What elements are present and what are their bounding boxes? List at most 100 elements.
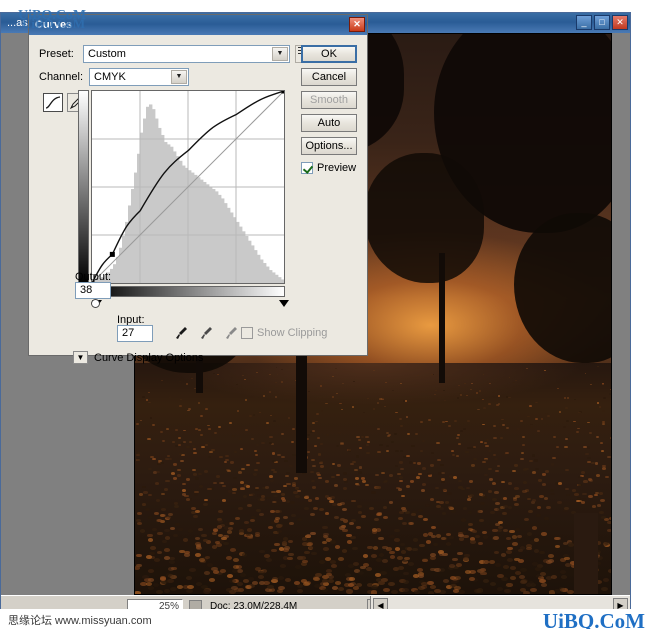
curves-close-button[interactable]: ✕ xyxy=(349,17,365,32)
white-point-eyedropper-icon[interactable] xyxy=(224,325,239,341)
leaf-speck xyxy=(376,485,381,489)
leaf-speck xyxy=(476,509,482,513)
curve-point-tool-icon[interactable] xyxy=(43,93,63,112)
leaf-speck xyxy=(276,524,282,528)
leaf-speck xyxy=(352,562,359,566)
leaf-speck xyxy=(371,491,376,494)
leaf-speck xyxy=(547,415,550,418)
options-button[interactable]: Options... xyxy=(301,137,357,155)
leaf-speck xyxy=(564,563,571,567)
leaf-speck xyxy=(245,429,249,432)
leaf-speck xyxy=(465,486,470,490)
show-clipping-row[interactable]: Show Clipping xyxy=(241,327,327,339)
leaf-speck xyxy=(388,550,395,555)
leaf-speck xyxy=(585,453,589,456)
leaf-speck xyxy=(286,471,291,474)
leaf-speck xyxy=(242,494,248,498)
preset-dropdown[interactable]: Custom ▼ xyxy=(83,45,290,63)
leaf-speck xyxy=(453,476,458,479)
close-button[interactable]: ✕ xyxy=(612,15,628,30)
leaf-speck xyxy=(398,479,403,483)
leaf-speck xyxy=(244,521,250,525)
leaf-speck xyxy=(496,404,499,406)
leaf-speck xyxy=(445,532,451,536)
leaf-speck xyxy=(223,541,229,545)
smooth-button[interactable]: Smooth xyxy=(301,91,357,109)
leaf-speck xyxy=(276,589,284,594)
leaf-speck xyxy=(358,439,362,442)
leaf-speck xyxy=(268,525,274,529)
leaf-speck xyxy=(373,518,379,522)
leaf-speck xyxy=(420,421,424,423)
chevron-down-icon[interactable]: ▼ xyxy=(272,47,288,61)
leaf-speck xyxy=(563,556,570,561)
curve-graph[interactable] xyxy=(91,90,285,284)
leaf-speck xyxy=(365,443,369,446)
leaf-speck xyxy=(168,560,175,565)
leaf-speck xyxy=(520,458,525,461)
leaf-speck xyxy=(505,451,509,454)
channel-row: Channel: CMYK ▼ xyxy=(39,68,189,86)
leaf-speck xyxy=(608,393,612,395)
cancel-button[interactable]: Cancel xyxy=(301,68,357,86)
leaf-speck xyxy=(384,479,389,483)
leaf-speck xyxy=(274,542,280,547)
chevron-down-icon[interactable]: ▼ xyxy=(171,70,187,84)
leaf-speck xyxy=(306,431,310,434)
leaf-speck xyxy=(469,493,474,497)
leaf-speck xyxy=(489,478,494,481)
leaf-speck xyxy=(325,480,330,483)
leaf-speck xyxy=(219,456,223,459)
leaf-speck xyxy=(331,396,334,398)
leaf-speck xyxy=(281,368,283,370)
curves-dialog: Curves ✕ Preset: Custom ▼ Channel: CMYK … xyxy=(28,14,368,364)
leaf-speck xyxy=(227,469,231,473)
leaf-speck xyxy=(274,381,277,383)
maximize-button[interactable]: □ xyxy=(594,15,610,30)
leaf-speck xyxy=(482,495,488,499)
leaf-speck xyxy=(185,415,188,417)
leaf-speck xyxy=(593,493,599,497)
channel-dropdown[interactable]: CMYK ▼ xyxy=(89,68,189,86)
leaf-speck xyxy=(422,533,429,537)
leaf-speck xyxy=(566,397,570,399)
leaf-speck xyxy=(238,437,243,440)
document-window-buttons: _ □ ✕ xyxy=(576,15,628,30)
leaf-speck xyxy=(414,432,418,435)
leaf-speck xyxy=(212,531,218,535)
leaf-speck xyxy=(463,557,469,561)
gray-point-eyedropper-icon[interactable] xyxy=(199,325,214,341)
minimize-button[interactable]: _ xyxy=(576,15,592,30)
white-point-slider[interactable] xyxy=(279,300,289,307)
leaf-speck xyxy=(202,401,205,403)
black-point-eyedropper-icon[interactable] xyxy=(174,325,189,341)
auto-button[interactable]: Auto xyxy=(301,114,357,132)
leaf-speck xyxy=(241,375,244,377)
leaf-speck xyxy=(290,500,296,504)
chevron-down-icon[interactable]: ▼ xyxy=(73,351,88,364)
leaf-speck xyxy=(314,444,318,447)
output-value-field[interactable]: 38 xyxy=(75,282,111,299)
leaf-speck xyxy=(555,445,560,448)
leaf-speck xyxy=(542,483,547,486)
curve-display-options-row[interactable]: ▼ Curve Display Options xyxy=(73,351,203,364)
leaf-speck xyxy=(577,483,582,487)
leaf-speck xyxy=(417,515,423,519)
leaf-speck xyxy=(480,571,487,576)
leaf-speck xyxy=(562,426,566,428)
ok-button[interactable]: OK xyxy=(301,45,357,63)
leaf-speck xyxy=(231,491,237,495)
leaf-speck xyxy=(420,489,426,493)
preview-row[interactable]: Preview xyxy=(301,162,356,174)
leaf-speck xyxy=(161,539,168,544)
leaf-speck xyxy=(492,453,497,456)
leaf-speck xyxy=(361,422,365,425)
leaf-speck xyxy=(529,423,533,426)
black-point-handle[interactable] xyxy=(91,299,100,308)
show-clipping-checkbox[interactable] xyxy=(241,327,253,339)
input-value-field[interactable]: 27 xyxy=(117,325,153,342)
leaf-speck xyxy=(591,504,597,508)
leaf-speck xyxy=(489,581,496,586)
leaf-speck xyxy=(385,450,390,453)
preview-checkbox[interactable] xyxy=(301,162,313,174)
